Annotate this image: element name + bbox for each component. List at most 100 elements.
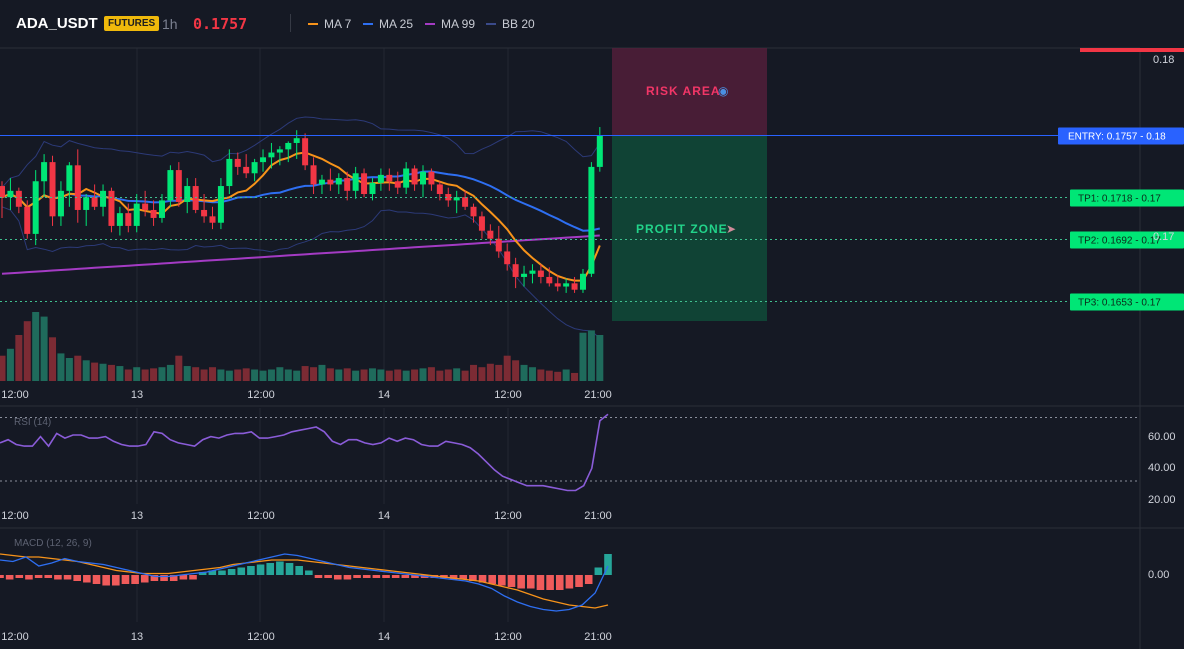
chart-canvas[interactable]: RISK AREA ◉ PROFIT ZONE ➤ ENTRY: 0.1757 … [0,0,1184,649]
candle-body [150,209,157,218]
time-axis-label: 14 [378,510,390,522]
volume-bar [495,364,503,381]
price-axis-label: 0.18 [1153,54,1174,66]
time-axis-label: 14 [378,389,390,401]
candle [226,149,233,195]
volume-bar [0,355,6,381]
candle-body [403,168,410,188]
volume-bar [141,369,149,381]
candle [302,133,309,171]
candle-body [487,230,494,239]
macd-histogram-bar [372,575,381,578]
volume-bar [65,358,73,381]
candle-body [495,238,502,252]
candle [386,168,393,191]
macd-histogram-bar [382,575,390,578]
time-axis-label: 12:00 [1,389,29,401]
macd-line [0,553,609,612]
volume-bar [318,364,326,381]
candle-body [335,178,342,185]
candle [478,211,485,239]
candle-body [436,184,443,195]
time-axis-label: 12:00 [494,631,522,643]
candle [352,166,359,199]
candle [260,149,267,172]
candle-body [243,166,250,174]
candle-body [201,209,208,217]
volume-bar [74,355,82,381]
candle [403,162,410,195]
volume-bar [192,367,200,381]
candle [327,168,334,191]
candle-body [361,173,368,195]
time-axis-label: 12:00 [494,389,522,401]
volume-bar [158,367,166,381]
volume-bar [175,355,183,381]
rocket-icon: ➤ [726,222,736,236]
candle [394,171,401,195]
macd-histogram-bar [140,575,149,583]
macd-histogram-bar [343,575,352,580]
level-label: TP2: 0.1692 - 0.17 [1078,236,1161,247]
candle [192,178,199,214]
volume-bar [259,370,267,381]
macd-histogram-bar [237,567,246,575]
volume-bar [200,369,208,381]
candle [133,194,140,233]
macd-histogram-bar [498,575,506,586]
candle-body [125,213,132,226]
volume-bar [427,367,435,381]
candle [108,187,115,233]
volume-bar [528,367,536,381]
volume-bar [470,364,478,381]
candle-body [234,158,241,167]
volume-bar [537,369,545,381]
volume-bar [394,369,402,381]
candle [158,194,165,223]
candle [243,154,250,179]
candle-body [512,264,519,277]
candle-body [504,251,511,265]
candle [310,157,317,195]
candle-body [563,283,570,287]
candle-body [478,216,485,231]
volume-bar [310,367,318,381]
candle-body [428,171,435,185]
candle-body [57,190,64,217]
macd-histogram-bar [83,575,91,583]
macd-histogram-bar [102,575,110,586]
candle [142,190,149,217]
candle-body [15,190,22,207]
candle [377,168,384,191]
rsi-axis-label: 60.00 [1148,431,1176,443]
macd-histogram-bar [121,575,130,584]
level-label: TP3: 0.1653 - 0.17 [1078,298,1161,309]
candle-body [276,149,283,153]
candle-body [83,197,90,210]
candle [57,181,64,226]
candle-body [108,190,115,226]
volume-bar [15,335,23,381]
candle-body [49,162,56,217]
volume-bar [116,366,124,381]
volume-bar [579,332,587,381]
macd-histogram-bar [362,575,371,578]
volume-bar [402,370,410,381]
candle [32,170,39,246]
indicator-lines [1,116,601,339]
candle-body [377,174,384,183]
volume-bar [57,353,65,381]
macd-histogram-bar [266,563,275,575]
volume-bar [419,368,427,381]
candle-body [260,157,267,163]
volume-bar [368,368,376,381]
volume-bar [82,360,90,381]
candle-body [251,162,258,174]
volume-bar [183,366,191,381]
volume-bar [49,337,57,381]
macd-signal-line [0,553,609,609]
macd-histogram-bar [324,575,332,578]
volume-bar [225,370,233,381]
macd-histogram-bar [34,575,43,578]
candle-body [318,179,325,185]
